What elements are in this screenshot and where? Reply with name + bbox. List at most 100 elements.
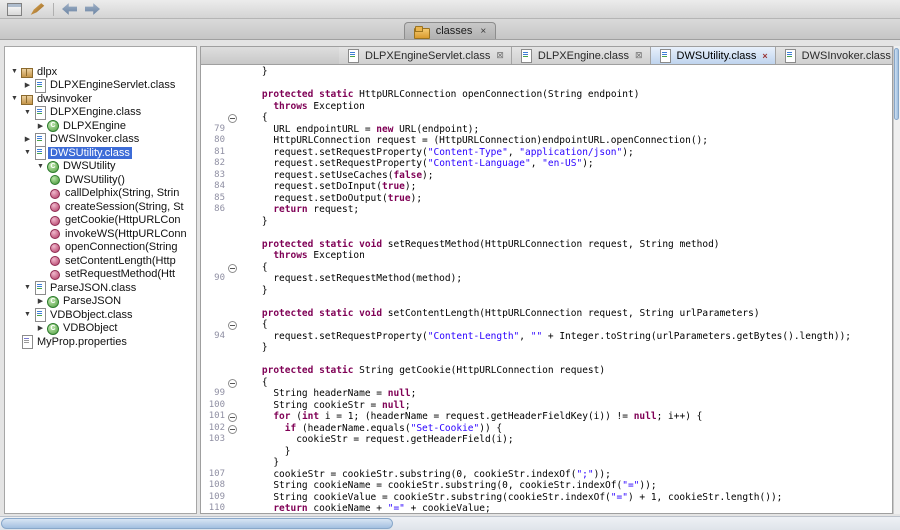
close-icon[interactable]: × — [480, 26, 486, 37]
close-icon[interactable]: ⊠ — [496, 50, 504, 61]
code-text: URL endpointURL = new URL(endpoint); — [239, 124, 479, 136]
tree-item[interactable]: ▶ParseJSON — [5, 295, 196, 309]
code-text: { — [239, 319, 268, 331]
tree-item-label: setContentLength(Http — [63, 255, 178, 267]
code-text: { — [239, 112, 268, 124]
expand-arrow-icon[interactable]: ▼ — [9, 95, 20, 102]
line-number — [201, 66, 227, 78]
code-text: protected static void setRequestMethod(H… — [239, 239, 720, 251]
fold-gutter — [227, 147, 239, 159]
code-line: 100 String cookieStr = null; — [201, 400, 892, 412]
horizontal-scrollbar[interactable] — [0, 516, 900, 530]
line-number: 110 — [201, 503, 227, 514]
editor-tab[interactable]: DWSUtility.class× — [651, 47, 776, 64]
line-number: 80 — [201, 135, 227, 147]
code-line: protected static void setRequestMethod(H… — [201, 239, 892, 251]
tree-item[interactable]: setContentLength(Http — [5, 254, 196, 268]
code-line: 108 String cookieName = cookieStr.substr… — [201, 480, 892, 492]
classes-tab[interactable]: classes × — [404, 22, 497, 39]
tree-item[interactable]: openConnection(String — [5, 241, 196, 255]
fold-marker-icon[interactable] — [227, 411, 239, 423]
expand-arrow-icon[interactable]: ▼ — [22, 109, 33, 116]
fold-gutter — [227, 480, 239, 492]
edit-icon[interactable] — [30, 3, 45, 16]
line-number — [201, 78, 227, 90]
classfile-icon — [33, 133, 46, 146]
tree-item[interactable]: ▶VDBObject — [5, 322, 196, 336]
fold-gutter — [227, 124, 239, 136]
editor-tab[interactable]: DLPXEngineServlet.class⊠ — [339, 47, 512, 64]
expand-arrow-icon[interactable]: ▶ — [35, 324, 46, 332]
tree-item[interactable]: ▶ DWSInvoker.class — [5, 133, 196, 147]
fold-gutter — [227, 135, 239, 147]
class-icon — [46, 295, 59, 308]
code-line: } — [201, 285, 892, 297]
expand-arrow-icon[interactable]: ▶ — [22, 135, 33, 143]
close-icon[interactable]: × — [762, 51, 767, 61]
code-text: { — [239, 377, 268, 389]
code-line — [201, 227, 892, 239]
line-number — [201, 216, 227, 228]
tree-item[interactable]: ▼DLPXEngine.class — [5, 106, 196, 120]
tree-item[interactable]: ▼DWSUtility.class — [5, 146, 196, 160]
tree-item-label: setRequestMethod(Htt — [63, 268, 177, 280]
tree-item-label: getCookie(HttpURLCon — [63, 214, 183, 226]
class-icon — [46, 119, 59, 132]
tree-item[interactable]: getCookie(HttpURLCon — [5, 214, 196, 228]
horizontal-scrollbar-thumb[interactable] — [1, 518, 393, 529]
back-icon[interactable] — [62, 3, 77, 16]
tree-item[interactable]: setRequestMethod(Htt — [5, 268, 196, 282]
editor-pane: DLPXEngineServlet.class⊠DLPXEngine.class… — [200, 46, 893, 514]
expand-arrow-icon[interactable]: ▶ — [35, 297, 46, 305]
forward-icon[interactable] — [85, 3, 100, 16]
expand-arrow-icon[interactable]: ▼ — [22, 284, 33, 291]
expand-arrow-icon[interactable]: ▼ — [22, 149, 33, 156]
fold-gutter — [227, 273, 239, 285]
fold-marker-icon[interactable] — [227, 319, 239, 331]
tree-item-label: callDelphix(String, Strin — [63, 187, 181, 199]
classfile-icon — [33, 308, 46, 321]
code-line: throws Exception — [201, 250, 892, 262]
fold-gutter — [227, 296, 239, 308]
expand-arrow-icon[interactable]: ▶ — [35, 122, 46, 130]
code-area[interactable]: } protected static HttpURLConnection ope… — [200, 65, 893, 514]
expand-arrow-icon[interactable]: ▶ — [22, 81, 33, 89]
code-text: request.setRequestProperty("Content-Lang… — [239, 158, 594, 170]
tree-item[interactable]: ▼VDBObject.class — [5, 308, 196, 322]
tree-item[interactable]: DWSUtility() — [5, 173, 196, 187]
tree-item[interactable]: createSession(String, St — [5, 200, 196, 214]
code-line — [201, 78, 892, 90]
vertical-scrollbar[interactable] — [893, 46, 900, 514]
fold-gutter — [227, 227, 239, 239]
fold-marker-icon[interactable] — [227, 262, 239, 274]
close-icon[interactable]: ⊠ — [635, 50, 643, 61]
expand-arrow-icon[interactable]: ▼ — [22, 311, 33, 318]
ide-window: classes × ▼dlpx▶DLPXEngineServlet.class▼… — [0, 0, 900, 530]
tree-item[interactable]: MyProp.properties — [5, 335, 196, 349]
tree-item[interactable]: callDelphix(String, Strin — [5, 187, 196, 201]
tree-item[interactable]: invokeWS(HttpURLConn — [5, 227, 196, 241]
code-text: request.setRequestProperty("Content-Type… — [239, 147, 634, 159]
fold-gutter — [227, 204, 239, 216]
constructor-icon — [48, 173, 61, 186]
tree-item[interactable]: ▶DLPXEngine — [5, 119, 196, 133]
fold-marker-icon[interactable] — [227, 377, 239, 389]
fold-gutter — [227, 158, 239, 170]
vertical-scrollbar-thumb[interactable] — [894, 48, 899, 120]
fold-marker-icon[interactable] — [227, 112, 239, 124]
tree-item[interactable]: ▼dlpx — [5, 65, 196, 79]
tree-item[interactable]: ▼DWSUtility — [5, 160, 196, 174]
tree-item[interactable]: ▶DLPXEngineServlet.class — [5, 79, 196, 93]
console-icon[interactable] — [7, 3, 22, 16]
method-icon — [48, 214, 61, 227]
fold-marker-icon[interactable] — [227, 423, 239, 435]
classfile-icon — [346, 49, 359, 62]
expand-arrow-icon[interactable]: ▼ — [9, 68, 20, 75]
tree-item[interactable]: ▼dwsinvoker — [5, 92, 196, 106]
expand-arrow-icon[interactable]: ▼ — [35, 163, 46, 170]
line-number: 84 — [201, 181, 227, 193]
editor-tab[interactable]: DWSInvoker.class⊠ — [776, 47, 893, 64]
editor-tab[interactable]: DLPXEngine.class⊠ — [512, 47, 651, 64]
tree-item[interactable]: ▼ParseJSON.class — [5, 281, 196, 295]
tree-item-label: DWSInvoker.class — [48, 133, 141, 145]
